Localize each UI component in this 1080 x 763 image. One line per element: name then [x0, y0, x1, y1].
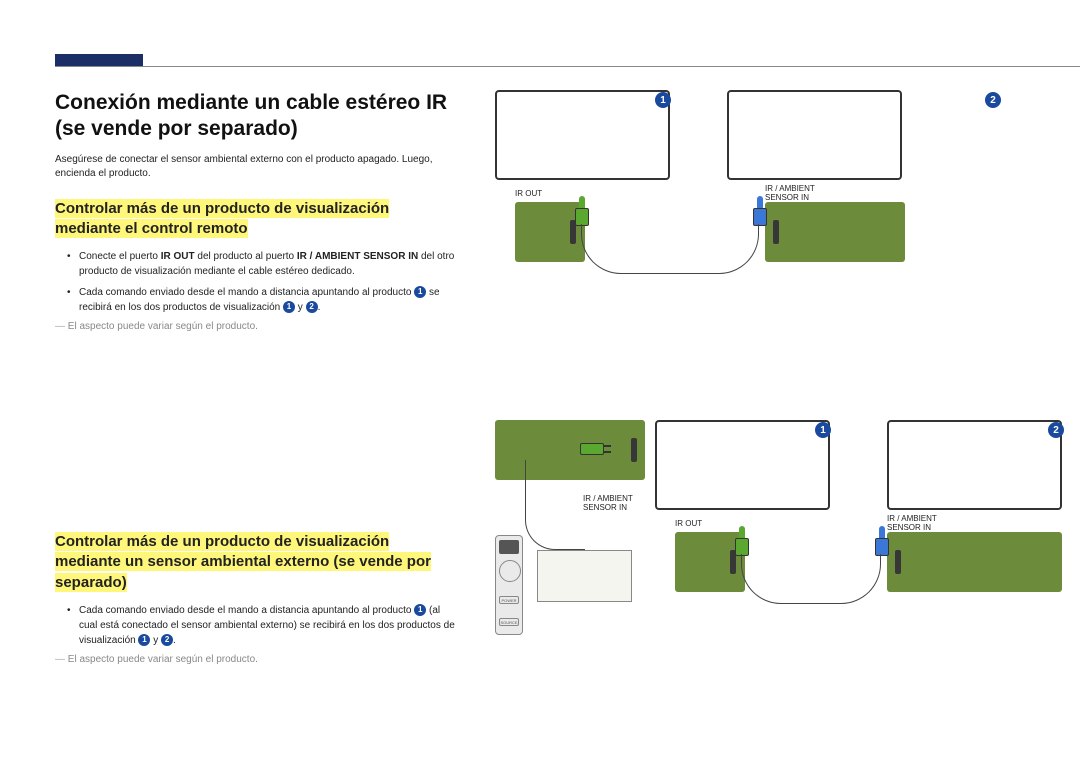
cable-icon [741, 554, 881, 604]
badge-1-icon: 1 [655, 92, 671, 108]
page-title: Conexión mediante un cable estéreo IR (s… [55, 90, 455, 143]
bullet-item: Cada comando enviado desde el mando a di… [67, 603, 455, 648]
top-rule [55, 66, 1080, 67]
port-box-icon [887, 532, 1062, 592]
badge-2-icon: 2 [1048, 422, 1064, 438]
badge-1-icon: 1 [414, 286, 426, 298]
section1-note: El aspecto puede variar según el product… [55, 321, 455, 332]
port-label: IR / AMBIENT SENSOR IN [765, 185, 835, 203]
badge-1-icon: 1 [138, 634, 150, 646]
badge-2-icon: 2 [161, 634, 173, 646]
section2-note: El aspecto puede variar según el product… [55, 654, 455, 665]
intro-paragraph: Asegúrese de conectar el sensor ambienta… [55, 153, 455, 181]
section2-bullets: Cada comando enviado desde el mando a di… [67, 603, 455, 648]
audio-plug-blue-icon [753, 196, 767, 226]
cable-icon [581, 224, 759, 274]
audio-plug-green-icon [735, 526, 749, 556]
main-content: Conexión mediante un cable estéreo IR (s… [55, 90, 1025, 683]
badge-1-icon: 1 [414, 604, 426, 616]
diagram-top: 1 2 IR OUT IR / AMBIENT SENSOR IN [495, 90, 1025, 340]
badge-2-icon: 2 [985, 92, 1001, 108]
audio-plug-blue-icon [875, 526, 889, 556]
badge-1-icon: 1 [815, 422, 831, 438]
monitor-icon [655, 420, 830, 510]
monitor-icon [495, 90, 670, 180]
monitor-icon [887, 420, 1062, 510]
section1-heading: Controlar más de un producto de visualiz… [55, 199, 455, 240]
badge-1-icon: 1 [283, 301, 295, 313]
remote-control-icon: POWER SOURCE [495, 535, 523, 635]
port-label: IR / AMBIENT SENSOR IN [887, 515, 957, 533]
bullet-item: Cada comando enviado desde el mando a di… [67, 285, 455, 315]
badge-2-icon: 2 [306, 301, 318, 313]
accent-bar [55, 54, 143, 66]
sensor-box-icon [537, 550, 632, 602]
section1-bullets: Conecte el puerto IR OUT del producto al… [67, 249, 455, 315]
diagram-bottom: 1 2 IR / AMBIENT SENSOR IN POWER SOURCE … [495, 420, 1025, 650]
left-column: Conexión mediante un cable estéreo IR (s… [55, 90, 455, 683]
section2-heading: Controlar más de un producto de visualiz… [55, 532, 455, 593]
monitor-icon [727, 90, 902, 180]
ir-plug-icon [580, 440, 612, 458]
port-label: IR OUT [515, 190, 542, 199]
right-column: 1 2 IR OUT IR / AMBIENT SENSOR IN 1 2 IR… [495, 90, 1025, 683]
bullet-item: Conecte el puerto IR OUT del producto al… [67, 249, 455, 279]
audio-plug-green-icon [575, 196, 589, 226]
cable-icon [525, 460, 585, 550]
port-label: IR / AMBIENT SENSOR IN [583, 495, 653, 513]
port-box-icon [765, 202, 905, 262]
port-label: IR OUT [675, 520, 702, 529]
